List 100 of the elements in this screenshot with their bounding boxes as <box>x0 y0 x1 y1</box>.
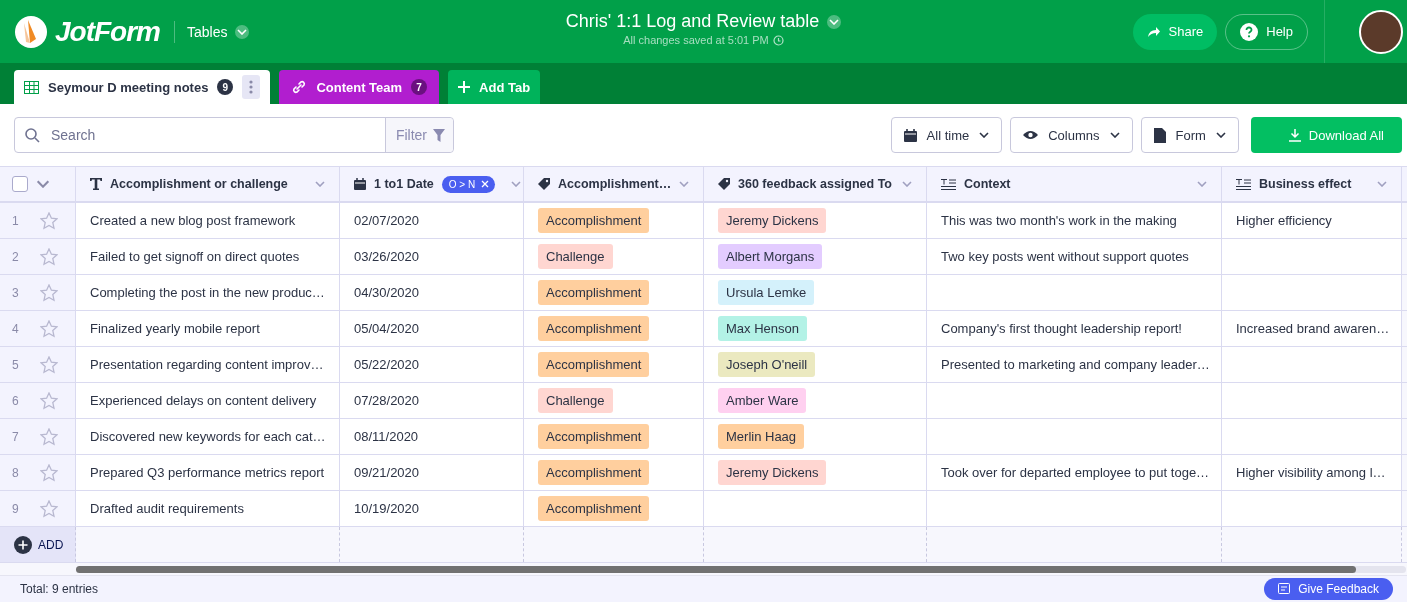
table-cell: 07/28/2020 <box>340 383 524 418</box>
tag-label: Albert Morgans <box>718 244 823 269</box>
row-number: 4 <box>12 321 20 336</box>
scrollbar[interactable] <box>76 565 1406 573</box>
tag-label: Accomplishment <box>538 424 650 449</box>
tag-label: Amber Ware <box>718 388 807 413</box>
table-cell: 04/30/2020 <box>340 275 524 310</box>
tag-label: Joseph O'neill <box>718 352 816 377</box>
funnel-icon <box>433 128 445 142</box>
row-number: 3 <box>12 285 20 300</box>
long-text-icon <box>1236 178 1251 190</box>
tag-label: Accomplishment <box>538 496 650 521</box>
dropdown-icon[interactable] <box>827 14 842 29</box>
star-icon[interactable] <box>40 283 58 302</box>
calendar-icon <box>354 178 366 190</box>
feedback-icon <box>1278 582 1293 596</box>
tag-label: Accomplishment <box>538 460 650 485</box>
grid-icon <box>24 80 39 94</box>
tag-icon <box>538 178 550 190</box>
table-cell: 05/22/2020 <box>340 347 524 382</box>
chevron-down-icon <box>679 181 690 187</box>
table-cell: Company's first thought leadership report! <box>927 311 1222 346</box>
give-feedback-button[interactable]: Give Feedback <box>1264 578 1393 600</box>
table-cell: 08/11/2020 <box>340 419 524 454</box>
document-icon <box>1153 127 1166 143</box>
tab[interactable]: Seymour D meeting notes 9 <box>14 70 271 104</box>
add-row-button[interactable]: ADD <box>0 527 76 562</box>
chevron-down-icon <box>1215 132 1226 138</box>
table-cell: Completing the post in the new produc… <box>76 275 340 310</box>
share-arrow-icon <box>1146 25 1161 38</box>
star-icon[interactable] <box>40 355 58 374</box>
table-cell: 05/04/2020 <box>340 311 524 346</box>
sort-badge[interactable]: O > N <box>441 175 496 193</box>
select-all-checkbox[interactable] <box>12 176 28 192</box>
save-status: All changes saved at 5:01 PM <box>623 34 769 46</box>
tag-label: Jeremy Dickens <box>718 208 827 233</box>
row-number: 8 <box>12 465 20 480</box>
star-icon[interactable] <box>40 499 58 518</box>
tag-label: Merlin Haag <box>718 424 805 449</box>
more-options-icon[interactable] <box>242 75 261 99</box>
tag-label: Accomplishment <box>538 316 650 341</box>
tag-label: Challenge <box>538 244 613 269</box>
clock-icon <box>772 34 784 46</box>
text-type-icon <box>90 178 102 190</box>
tag-label: Jeremy Dickens <box>718 460 827 485</box>
table-cell: Took over for departed employee to put toge… <box>927 455 1222 490</box>
table-cell: 09/21/2020 <box>340 455 524 490</box>
star-icon[interactable] <box>40 319 58 338</box>
close-icon <box>481 180 490 188</box>
chevron-down-icon <box>315 181 325 187</box>
tag-label: Accomplishment <box>538 352 650 377</box>
chevron-down-icon <box>902 181 912 187</box>
star-icon[interactable] <box>40 427 58 446</box>
row-number: 9 <box>12 501 20 516</box>
table-cell: Higher visibility among l… <box>1222 455 1402 490</box>
table-cell: Increased brand awaren… <box>1222 311 1402 346</box>
dropdown-icon[interactable] <box>235 24 250 39</box>
entries-count: Total: 9 entries <box>20 582 99 596</box>
table-cell: Created a new blog post framework <box>76 203 340 238</box>
logo-icon <box>14 14 48 49</box>
table-cell: Finalized yearly mobile report <box>76 311 340 346</box>
tag-label: Accomplishment <box>538 280 650 305</box>
tag-label: Max Henson <box>718 316 807 341</box>
logo-text: JotForm <box>54 14 161 49</box>
table-cell: Higher efficiency <box>1222 203 1402 238</box>
count-badge: 9 <box>217 79 234 95</box>
table-cell: Prepared Q3 performance metrics report <box>76 455 340 490</box>
star-icon[interactable] <box>40 463 58 482</box>
chevron-down-icon <box>1109 132 1120 138</box>
plus-circle-icon <box>14 535 32 554</box>
tag-label: Challenge <box>538 388 613 413</box>
download-icon <box>1288 128 1301 142</box>
help-icon <box>1240 22 1259 41</box>
table-cell: 03/26/2020 <box>340 239 524 274</box>
tag-icon <box>718 178 730 190</box>
row-number: 1 <box>12 213 20 228</box>
chevron-down-icon <box>1197 181 1207 187</box>
table-cell: Presented to marketing and company leader… <box>927 347 1222 382</box>
form-dropdown[interactable]: Form <box>1140 117 1239 153</box>
long-text-icon <box>941 178 956 190</box>
star-icon[interactable] <box>40 391 58 410</box>
row-number: 5 <box>12 357 20 372</box>
row-number: 6 <box>12 393 20 408</box>
table-cell: Failed to get signoff on direct quotes <box>76 239 340 274</box>
user-avatar[interactable] <box>1359 9 1403 54</box>
chevron-down-icon <box>511 181 522 187</box>
link-icon <box>291 79 308 95</box>
tab[interactable]: Content Team 7 <box>279 70 440 104</box>
table-cell: 02/07/2020 <box>340 203 524 238</box>
row-number: 7 <box>12 429 20 444</box>
table-cell: This was two month's work in the making <box>927 203 1222 238</box>
search-icon <box>25 127 40 143</box>
star-icon[interactable] <box>40 247 58 266</box>
calendar-icon <box>903 128 917 142</box>
star-icon[interactable] <box>40 211 58 230</box>
date-range-dropdown[interactable]: All time <box>890 117 1003 153</box>
table-cell: Presentation regarding content improv… <box>76 347 340 382</box>
columns-dropdown[interactable]: Columns <box>1010 117 1133 153</box>
table-title: Chris' 1:1 Log and Review table <box>565 11 820 32</box>
tag-label: Accomplishment <box>538 208 650 233</box>
